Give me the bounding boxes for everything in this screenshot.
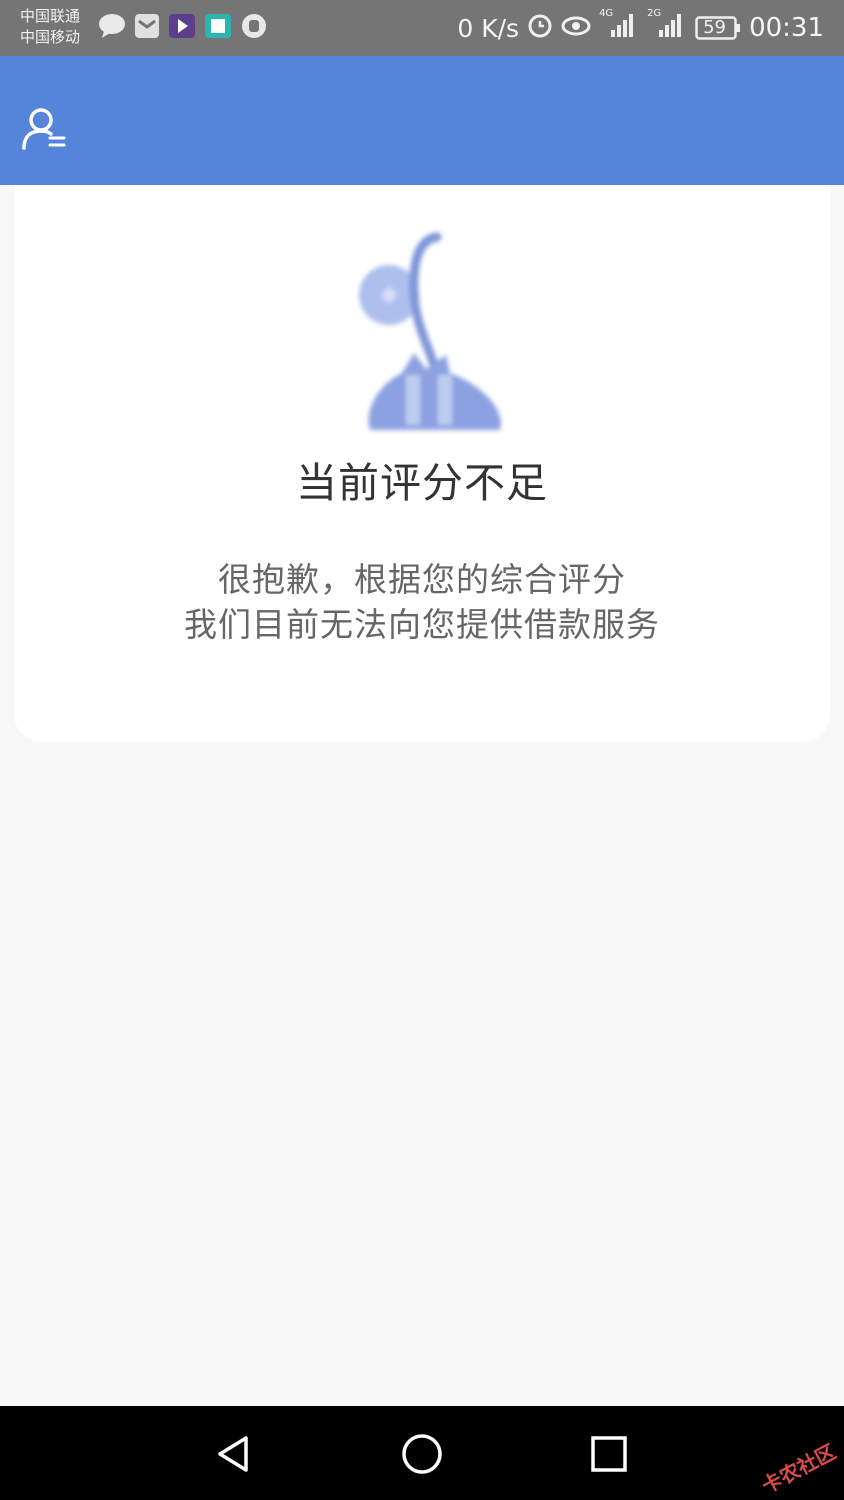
signal-icon: 4G — [599, 8, 639, 45]
recents-button[interactable] — [585, 1430, 633, 1478]
result-message-line-1: 很抱歉，根据您的综合评分 — [218, 560, 626, 599]
home-button[interactable] — [398, 1430, 446, 1478]
status-right: 0 K/s 4G 2G 59 00:31 — [457, 8, 824, 46]
recents-icon — [591, 1436, 627, 1472]
carrier-2: 中国移动 — [20, 28, 81, 46]
carrier-1: 中国联通 — [20, 7, 81, 25]
result-message: 很抱歉，根据您的综合评分 我们目前无法向您提供借款服务 — [14, 557, 830, 647]
network-type-1: 4G — [599, 7, 614, 19]
signal-icon: 2G — [647, 8, 687, 45]
battery-level: 59 — [703, 17, 726, 38]
message-icon — [98, 13, 126, 43]
app-bar — [0, 56, 844, 185]
result-title: 当前评分不足 — [296, 459, 548, 507]
carrier-labels: 中国联通 中国移动 — [20, 6, 80, 48]
lamp-illustration — [342, 225, 512, 445]
battery-icon: 59 — [695, 16, 741, 40]
hand-icon — [240, 13, 268, 43]
network-type-2: 2G — [647, 7, 662, 19]
home-icon — [402, 1434, 442, 1474]
video-icon — [168, 13, 196, 43]
watermark: 卡农社区 — [757, 1439, 840, 1499]
status-bar: 中国联通 中国移动 0 K/s 4G 2G 59 00:31 — [0, 0, 844, 56]
back-button[interactable] — [210, 1430, 258, 1478]
notification-icons — [98, 14, 268, 42]
book-icon — [204, 13, 232, 43]
network-speed: 0 K/s — [457, 13, 520, 43]
eye-icon — [561, 13, 591, 43]
user-menu-button[interactable] — [20, 104, 68, 152]
result-card: 当前评分不足 很抱歉，根据您的综合评分 我们目前无法向您提供借款服务 — [14, 185, 830, 742]
back-icon — [218, 1436, 248, 1472]
user-menu-icon — [22, 108, 66, 150]
app-icon — [134, 13, 160, 43]
navigation-bar: 卡农社区 — [0, 1406, 844, 1500]
alarm-icon — [527, 12, 553, 45]
result-message-line-2: 我们目前无法向您提供借款服务 — [184, 605, 660, 644]
clock: 00:31 — [749, 13, 824, 43]
